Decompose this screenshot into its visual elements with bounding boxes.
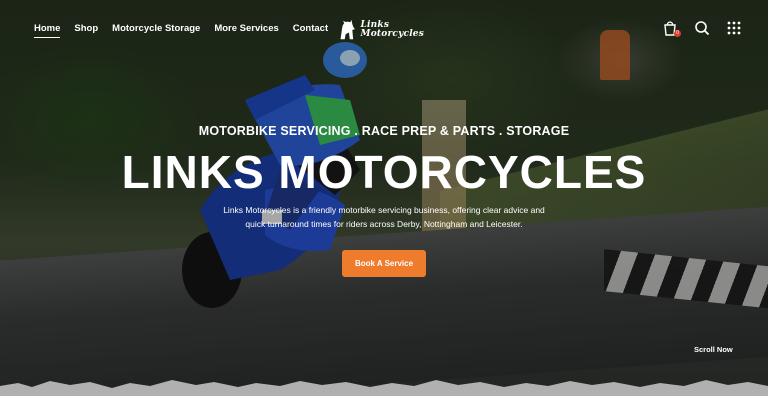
cart-count-badge: 0 (674, 30, 681, 37)
site-logo[interactable]: Links Motorcycles (338, 14, 424, 46)
hero-eyebrow: MOTORBIKE SERVICING . RACE PREP & PARTS … (198, 124, 570, 138)
shopping-bag-icon[interactable]: 0 (662, 20, 681, 37)
nav-item-contact[interactable]: Contact (293, 23, 328, 38)
header-actions: 0 (662, 20, 742, 37)
nav-item-motorcycle-storage[interactable]: Motorcycle Storage (112, 23, 200, 38)
hero-dark-overlay (0, 0, 768, 396)
logo-text-line2: Motorcycles (360, 29, 424, 39)
main-navigation: Home Shop Motorcycle Storage More Servic… (34, 23, 328, 38)
nav-item-home[interactable]: Home (34, 23, 61, 38)
book-service-button[interactable]: Book A Service (342, 250, 426, 277)
search-icon[interactable] (694, 20, 710, 36)
hero-title: LINKS MOTORCYCLES (121, 146, 647, 198)
grid-menu-icon[interactable] (726, 20, 742, 36)
nav-item-more-services[interactable]: More Services (214, 23, 278, 38)
lion-crest-icon (340, 19, 355, 40)
scroll-now-link[interactable]: Scroll Now (694, 345, 733, 354)
nav-item-shop[interactable]: Shop (74, 23, 98, 38)
hero-description: Links Motorcycles is a friendly motorbik… (223, 205, 545, 229)
